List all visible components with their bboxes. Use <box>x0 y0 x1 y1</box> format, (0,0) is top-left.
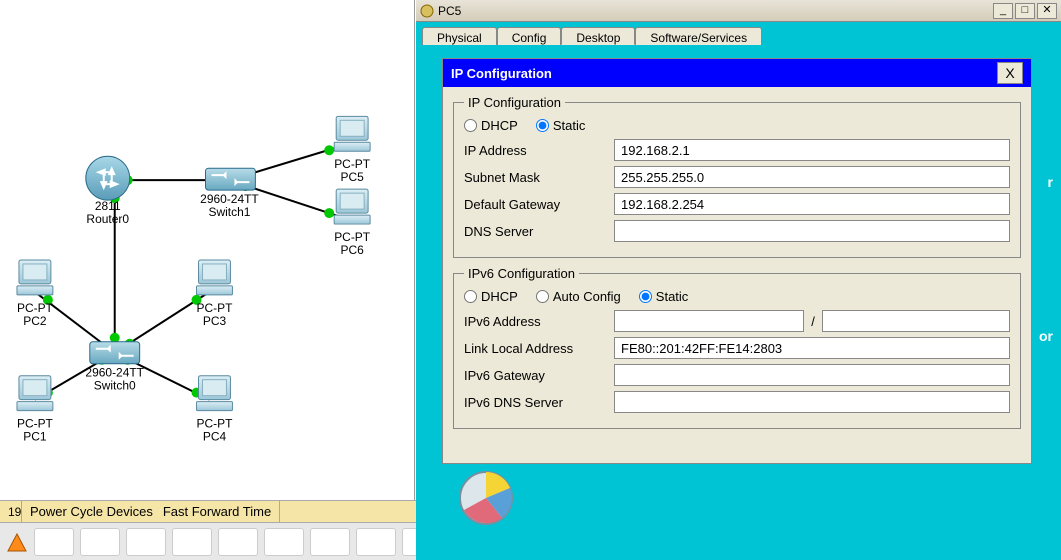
ip-config-close-button[interactable]: X <box>997 62 1023 84</box>
ipv6-gateway-label: IPv6 Gateway <box>464 368 614 383</box>
device-thumb[interactable] <box>34 528 74 556</box>
node-pc6[interactable]: PC-PT PC6 <box>334 189 371 257</box>
svg-text:PC4: PC4 <box>203 430 227 444</box>
ipv6-static-radio[interactable]: Static <box>639 289 689 304</box>
svg-text:Router0: Router0 <box>86 212 129 226</box>
ip-address-label: IP Address <box>464 143 614 158</box>
gateway-label: Default Gateway <box>464 197 614 212</box>
partial-text: r <box>1048 174 1053 190</box>
link-local-input[interactable] <box>614 337 1010 359</box>
ip-address-input[interactable] <box>614 139 1010 161</box>
tab-software[interactable]: Software/Services <box>635 27 762 45</box>
gateway-input[interactable] <box>614 193 1010 215</box>
status-cell-time: 19 <box>0 501 22 523</box>
svg-text:PC5: PC5 <box>341 170 365 184</box>
power-cycle-button[interactable]: Power Cycle Devices <box>30 501 153 523</box>
svg-text:Switch1: Switch1 <box>208 205 250 219</box>
app-icon <box>420 4 434 18</box>
subnet-mask-label: Subnet Mask <box>464 170 614 185</box>
prefix-slash: / <box>804 314 822 329</box>
ip-config-titlebar[interactable]: IP Configuration X <box>443 59 1031 87</box>
tab-bar: Physical Config Desktop Software/Service… <box>416 22 1061 44</box>
device-thumb[interactable] <box>126 528 166 556</box>
ipv4-dhcp-radio[interactable]: DHCP <box>464 118 518 133</box>
svg-text:PC3: PC3 <box>203 314 227 328</box>
tab-config[interactable]: Config <box>497 27 562 45</box>
device-thumb[interactable] <box>172 528 212 556</box>
svg-text:PC2: PC2 <box>23 314 47 328</box>
svg-text:Switch0: Switch0 <box>94 379 136 393</box>
ipv4-fieldset: IP Configuration DHCP Static IP Address … <box>453 95 1021 258</box>
svg-text:PC1: PC1 <box>23 430 47 444</box>
window-titlebar[interactable]: PC5 _ □ ✕ <box>416 0 1061 22</box>
svg-text:PC-PT: PC-PT <box>197 301 234 315</box>
ipv4-legend: IP Configuration <box>464 95 565 110</box>
ip-config-title: IP Configuration <box>451 66 552 81</box>
svg-text:PC-PT: PC-PT <box>334 230 371 244</box>
ipv6-fieldset: IPv6 Configuration DHCP Auto Config Stat… <box>453 266 1021 429</box>
ipv6-auto-radio[interactable]: Auto Config <box>536 289 621 304</box>
device-thumb[interactable] <box>218 528 258 556</box>
node-switch0[interactable]: 2960-24TT Switch0 <box>85 342 144 393</box>
ip-config-window: IP Configuration X IP Configuration DHCP… <box>442 58 1032 464</box>
desktop-tab-body: IP Configuration X IP Configuration DHCP… <box>422 46 1055 552</box>
traffic-generator-icon[interactable] <box>452 458 520 526</box>
close-button[interactable]: ✕ <box>1037 3 1057 19</box>
device-thumb[interactable] <box>356 528 396 556</box>
ipv6-gateway-input[interactable] <box>614 364 1010 386</box>
node-pc2[interactable]: PC-PT PC2 <box>17 260 54 328</box>
svg-text:2811: 2811 <box>95 199 121 213</box>
ipv6-dhcp-radio[interactable]: DHCP <box>464 289 518 304</box>
node-router0[interactable]: 2811 Router0 <box>86 156 130 226</box>
maximize-button[interactable]: □ <box>1015 3 1035 19</box>
svg-text:2960-24TT: 2960-24TT <box>200 192 259 206</box>
tab-desktop[interactable]: Desktop <box>561 27 635 45</box>
svg-text:PC-PT: PC-PT <box>197 417 234 431</box>
device-thumb[interactable] <box>264 528 304 556</box>
node-pc4[interactable]: PC-PT PC4 <box>197 376 234 444</box>
svg-text:PC6: PC6 <box>341 243 365 257</box>
link-local-label: Link Local Address <box>464 341 614 356</box>
partial-text: or <box>1039 328 1053 344</box>
svg-text:2960-24TT: 2960-24TT <box>85 366 144 380</box>
selection-tool-icon[interactable] <box>6 531 28 553</box>
dns-input[interactable] <box>614 220 1010 242</box>
pc-window: PC5 _ □ ✕ Physical Config Desktop Softwa… <box>416 0 1061 560</box>
node-switch1[interactable]: 2960-24TT Switch1 <box>200 168 259 219</box>
device-thumb[interactable] <box>310 528 350 556</box>
svg-text:PC-PT: PC-PT <box>17 301 54 315</box>
device-thumb[interactable] <box>80 528 120 556</box>
fast-forward-button[interactable]: Fast Forward Time <box>163 501 271 523</box>
ipv6-dns-input[interactable] <box>614 391 1010 413</box>
node-pc1[interactable]: PC-PT PC1 <box>17 376 54 444</box>
subnet-mask-input[interactable] <box>614 166 1010 188</box>
dns-label: DNS Server <box>464 224 614 239</box>
ipv6-prefix-input[interactable] <box>822 310 1010 332</box>
window-title: PC5 <box>438 4 993 18</box>
tab-physical[interactable]: Physical <box>422 27 497 45</box>
ipv6-dns-label: IPv6 DNS Server <box>464 395 614 410</box>
minimize-button[interactable]: _ <box>993 3 1013 19</box>
ipv6-address-input[interactable] <box>614 310 804 332</box>
svg-text:PC-PT: PC-PT <box>17 417 54 431</box>
svg-text:PC-PT: PC-PT <box>334 157 371 171</box>
ipv4-static-radio[interactable]: Static <box>536 118 586 133</box>
ipv6-address-label: IPv6 Address <box>464 314 614 329</box>
ipv6-legend: IPv6 Configuration <box>464 266 579 281</box>
node-pc3[interactable]: PC-PT PC3 <box>197 260 234 328</box>
topology-canvas[interactable]: 2811 Router0 2960-24TT Switch1 2960-24TT… <box>0 0 415 500</box>
node-pc5[interactable]: PC-PT PC5 <box>334 116 371 184</box>
